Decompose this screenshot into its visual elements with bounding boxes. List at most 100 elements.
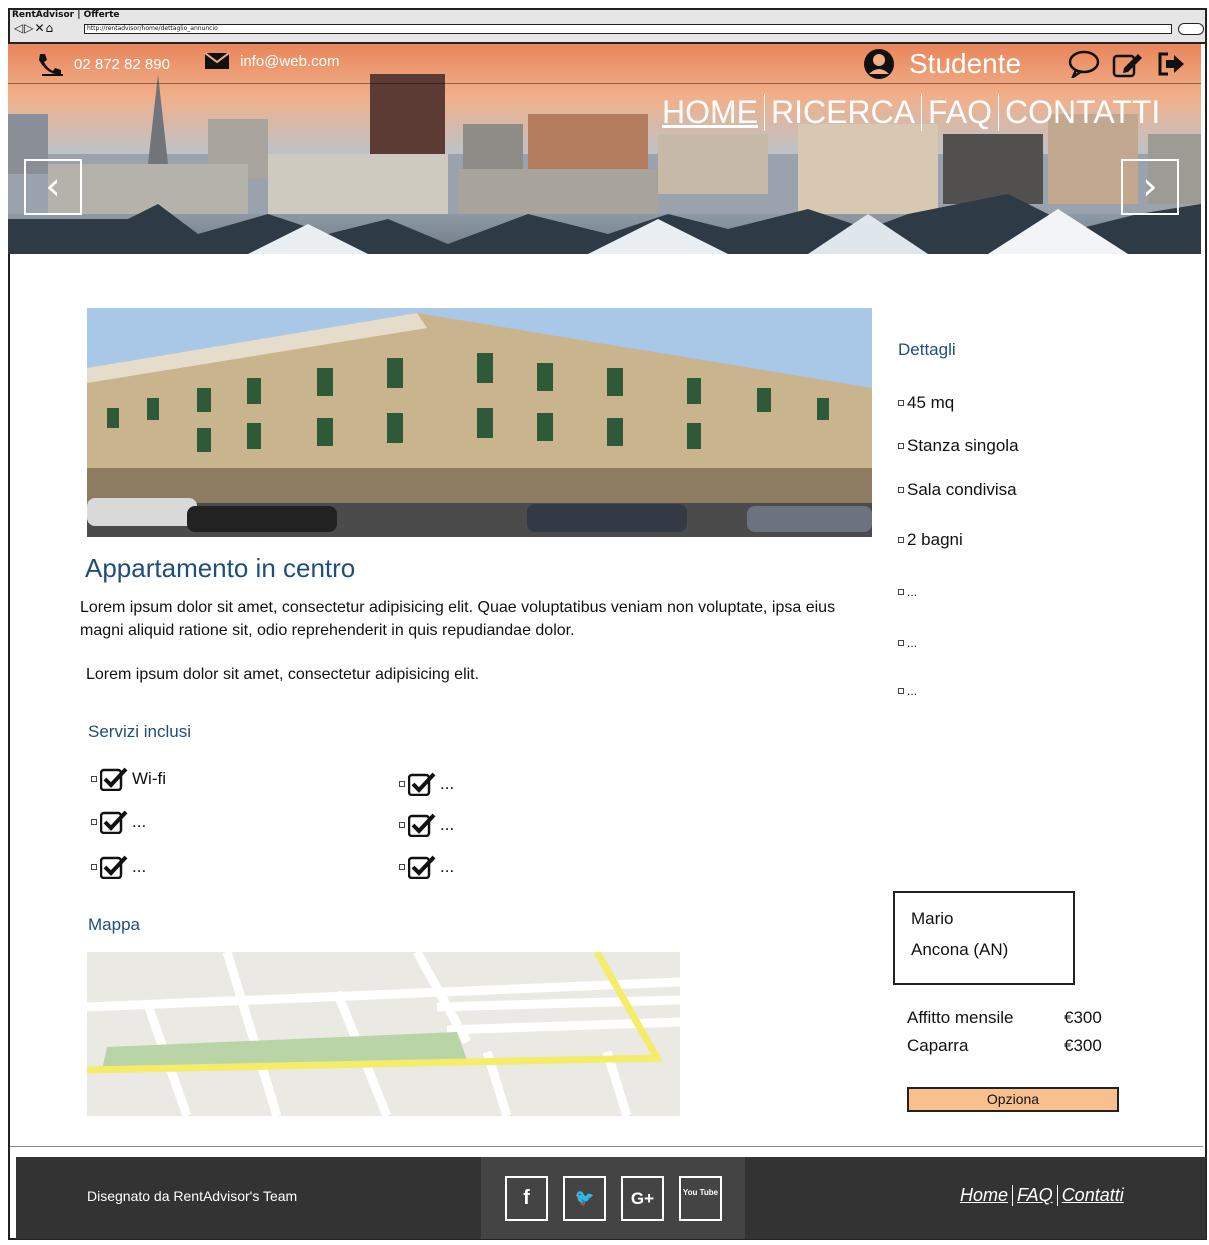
deposit-row: Caparra €300 [907,1036,1102,1056]
phone-contact[interactable]: 02 872 82 890 [36,52,170,76]
detail-label: Stanza singola [907,436,1019,455]
bullet-icon [898,537,904,543]
nav-faq[interactable]: FAQ [922,94,1000,131]
detail-label: Sala condivisa [907,480,1017,499]
carousel-prev-button[interactable]: ‹ [24,159,82,215]
bullet-icon [399,781,405,787]
owner-name: Mario [911,909,954,928]
mail-icon [204,52,230,69]
detail-item: ... [898,636,917,650]
detail-item: Stanza singola [898,436,1019,456]
bullet-icon [898,688,904,694]
detail-item: 2 bagni [898,530,963,550]
location-map[interactable] [87,952,680,1116]
chat-icon[interactable] [1068,50,1100,78]
bullet-icon [399,864,405,870]
listing-description: Lorem ipsum dolor sit amet, consectetur … [80,599,836,639]
detail-item: ... [898,585,917,599]
facebook-icon[interactable]: f [505,1176,548,1221]
listing-description-secondary: Lorem ipsum dolor sit amet, consectetur … [86,666,480,683]
service-item[interactable]: ... [399,813,454,837]
user-role: Studente [909,48,1022,79]
detail-item: 45 mq [898,393,954,413]
hero-banner: 02 872 82 890 info@web.com Studente HOME… [8,44,1201,254]
footer-divider [10,1146,1203,1147]
checkbox-checked-icon[interactable] [408,855,436,879]
detail-label: ... [907,636,918,650]
footer-link-faq[interactable]: FAQ [1013,1185,1058,1206]
header-actions [1068,50,1186,78]
service-label: Wi-fi [132,769,166,788]
google-plus-icon[interactable]: G+ [621,1176,664,1221]
nav-contatti[interactable]: CONTATTI [999,94,1166,131]
deposit-label: Caparra [907,1036,969,1055]
rent-label: Affitto mensile [907,1008,1014,1027]
rent-value: €300 [1064,1008,1102,1027]
footer-credit: Disegnato da RentAdvisor's Team [87,1188,298,1204]
detail-label: ... [907,684,918,698]
bullet-icon [898,487,904,493]
service-item[interactable]: ... [399,772,454,796]
opziona-button[interactable]: Opziona [907,1087,1119,1112]
deposit-value: €300 [1064,1036,1102,1055]
youtube-icon[interactable]: You Tube [679,1176,722,1221]
nav-home[interactable]: HOME [656,94,765,131]
checkbox-checked-icon[interactable] [100,810,128,834]
checkbox-checked-icon[interactable] [408,772,436,796]
detail-label: 2 bagni [907,530,963,549]
email-contact[interactable]: info@web.com [204,52,339,70]
footer-link-contatti[interactable]: Contatti [1058,1185,1128,1206]
checkbox-checked-icon[interactable] [100,767,128,791]
map-heading: Mappa [88,915,140,934]
user-icon [864,49,894,79]
detail-item: ... [898,684,917,698]
logout-icon[interactable] [1156,50,1186,78]
rent-row: Affitto mensile €300 [907,1008,1102,1028]
map-image [87,952,680,1116]
footer: Disegnato da RentAdvisor's Team f 🐦 G+ Y… [16,1157,1206,1239]
listing-photo [87,308,872,537]
carousel-next-button[interactable]: › [1121,159,1179,215]
bullet-icon [91,776,97,782]
service-label: ... [132,857,147,876]
detail-label: 45 mq [907,393,955,412]
checkbox-checked-icon[interactable] [100,855,128,879]
contact-bar: 02 872 82 890 info@web.com Studente [8,44,1201,84]
service-item[interactable]: ... [399,855,454,879]
browser-search-field[interactable] [1178,23,1204,35]
service-label: ... [440,857,455,876]
browser-nav-controls[interactable]: ◁▷✕⌂ [14,21,54,35]
service-label: ... [440,815,455,834]
checkbox-checked-icon[interactable] [408,813,436,837]
service-item[interactable]: ... [91,855,146,879]
service-item[interactable]: Wi-fi [91,767,166,791]
footer-link-home[interactable]: Home [956,1185,1014,1206]
nav-ricerca[interactable]: RICERCA [765,94,923,131]
address-bar[interactable]: http://rentadvisor/home/dettaglio_annunc… [84,24,1172,34]
phone-number: 02 872 82 890 [74,55,170,73]
phone-icon [39,54,63,76]
bullet-icon [898,589,904,595]
browser-window: RentAdvisor | Offerte ◁▷✕⌂ http://rentad… [8,8,1207,44]
bullet-icon [399,822,405,828]
bullet-icon [898,400,904,406]
user-menu[interactable]: Studente [863,48,1021,80]
detail-item: Sala condivisa [898,480,1017,500]
footer-links: Home FAQ Contatti [956,1185,1128,1206]
bullet-icon [91,819,97,825]
services-heading: Servizi inclusi [88,722,191,741]
listing-title: Appartamento in centro [85,553,356,583]
owner-card: Mario Ancona (AN) [893,891,1075,985]
email-address: info@web.com [240,52,340,70]
edit-icon[interactable] [1112,50,1144,78]
service-item[interactable]: ... [91,810,146,834]
bullet-icon [91,864,97,870]
details-heading: Dettagli [898,340,956,359]
service-label: ... [132,812,147,831]
detail-label: ... [907,585,918,599]
service-label: ... [440,774,455,793]
owner-city: Ancona (AN) [911,940,1009,959]
main-navigation: HOME RICERCA FAQ CONTATTI [656,94,1166,131]
twitter-icon[interactable]: 🐦 [563,1176,606,1221]
bullet-icon [898,443,904,449]
